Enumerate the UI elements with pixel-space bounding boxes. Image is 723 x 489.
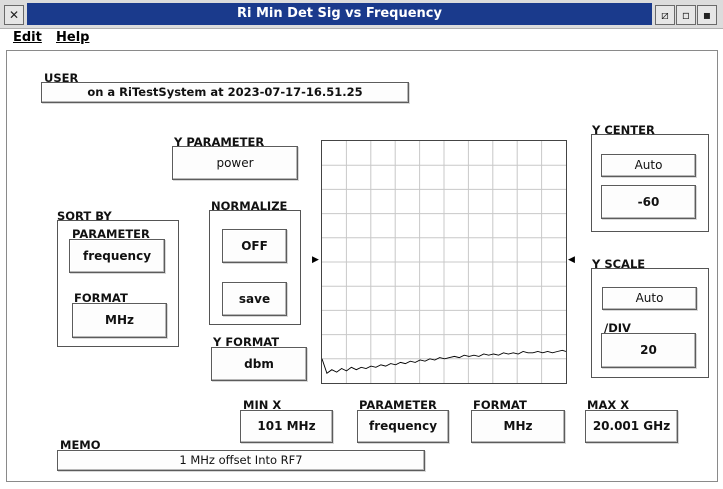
x-format-button[interactable]: MHz — [471, 410, 565, 443]
left-marker-arrow-icon: ▶ — [312, 255, 319, 265]
minimize-icon: ⧄ — [661, 8, 669, 22]
menu-bar: Edit Help — [0, 29, 723, 49]
y-parameter-button[interactable]: power — [172, 146, 298, 180]
restore-icon: ▪ — [702, 8, 712, 22]
restore-button[interactable]: ▪ — [697, 5, 717, 25]
per-div-field[interactable]: 20 — [601, 333, 696, 368]
y-format-button[interactable]: dbm — [211, 347, 307, 381]
maximize-icon: ▫ — [681, 8, 691, 22]
y-scale-mode-button[interactable]: Auto — [602, 287, 697, 310]
y-center-mode-button[interactable]: Auto — [601, 154, 696, 177]
menu-edit-label: Edit — [13, 30, 42, 45]
y-center-value-field[interactable]: -60 — [601, 185, 696, 219]
normalize-save-button[interactable]: save — [222, 282, 287, 316]
max-x-field[interactable]: 20.001 GHz — [585, 410, 678, 443]
sort-parameter-button[interactable]: frequency — [69, 239, 165, 273]
min-x-field[interactable]: 101 MHz — [240, 410, 333, 443]
x-parameter-button[interactable]: frequency — [357, 410, 449, 443]
memo-field[interactable]: 1 MHz offset Into RF7 — [57, 450, 425, 471]
right-marker-arrow-icon: ◀ — [568, 255, 575, 265]
sort-format-button[interactable]: MHz — [72, 303, 167, 338]
window-title: Ri Min Det Sig vs Frequency — [27, 3, 652, 25]
close-x-icon: ✕ — [8, 8, 20, 22]
normalize-off-button[interactable]: OFF — [222, 229, 287, 263]
plot-svg — [322, 141, 566, 383]
menu-edit[interactable]: Edit — [13, 29, 42, 49]
user-field[interactable]: on a RiTestSystem at 2023-07-17-16.51.25 — [41, 82, 409, 103]
plot-area — [321, 140, 567, 384]
window-menu-button[interactable]: ✕ — [4, 5, 24, 25]
title-bar: ✕ Ri Min Det Sig vs Frequency ⧄ ▫ ▪ — [0, 0, 723, 29]
menu-help-label: Help — [56, 30, 90, 45]
maximize-button[interactable]: ▫ — [676, 5, 696, 25]
minimize-button[interactable]: ⧄ — [655, 5, 675, 25]
menu-help[interactable]: Help — [56, 29, 89, 49]
